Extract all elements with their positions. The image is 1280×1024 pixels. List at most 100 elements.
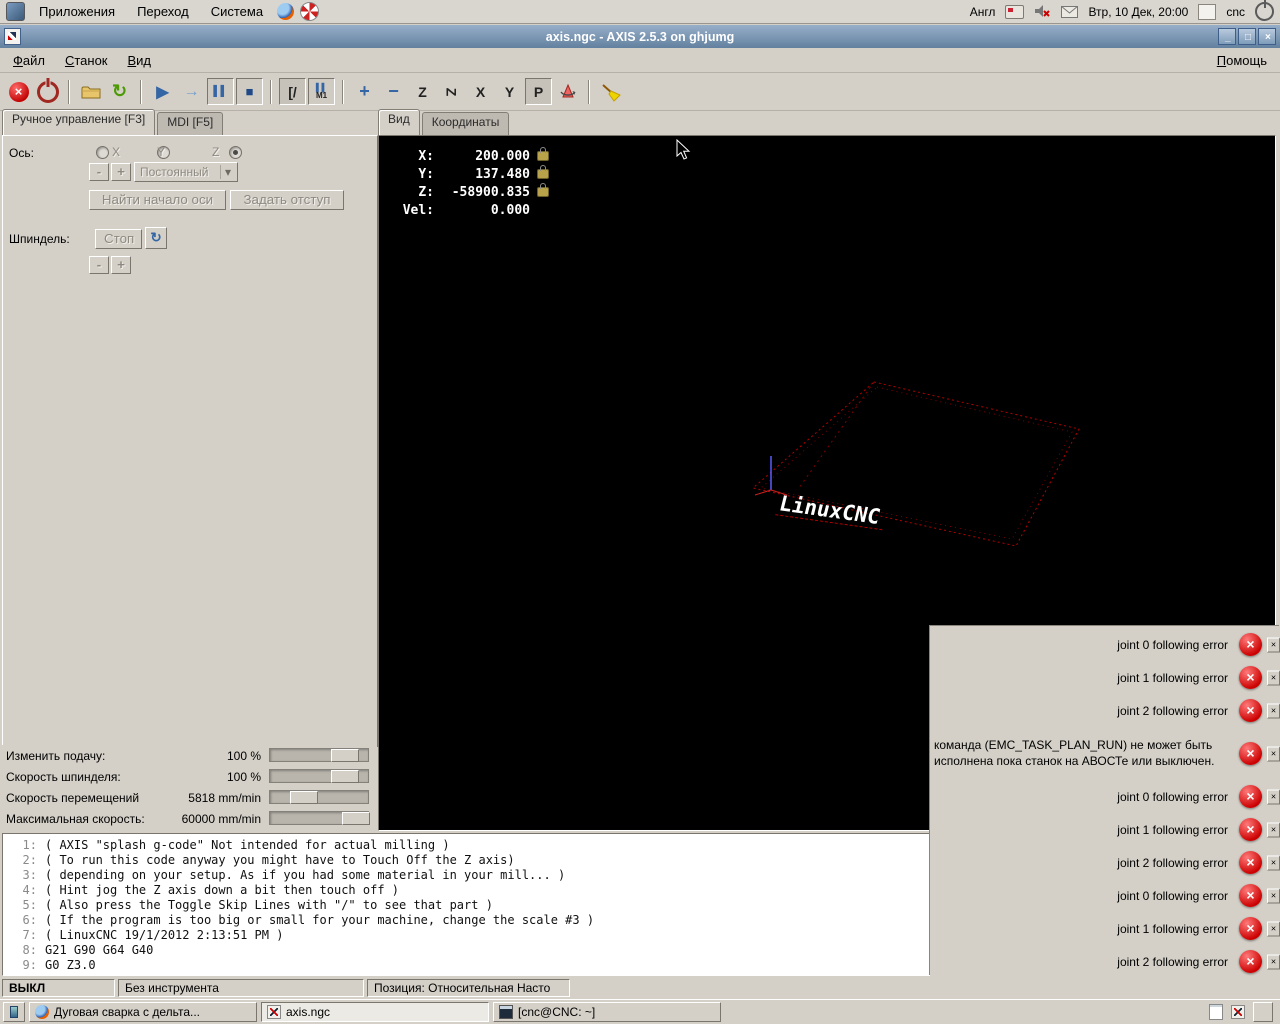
close-button[interactable]: ×	[1258, 28, 1276, 45]
toolbar-separator	[68, 79, 70, 104]
max-velocity-row: Максимальная скорость: 60000 mm/min	[0, 808, 377, 829]
taskbar-window-firefox[interactable]: Дуговая сварка с дельта...	[29, 1002, 257, 1022]
notification-close-button[interactable]: ×	[1267, 822, 1280, 837]
desktop-icon	[10, 1006, 18, 1018]
show-desktop-button[interactable]	[3, 1002, 25, 1022]
mail-icon[interactable]	[1061, 5, 1079, 18]
estop-button[interactable]: ×	[5, 78, 32, 105]
reload-file-button[interactable]: ↻	[106, 78, 133, 105]
menu-help[interactable]: Помощь	[1208, 50, 1276, 71]
help-launcher-icon[interactable]	[300, 2, 320, 21]
notification-close-button[interactable]: ×	[1267, 670, 1280, 685]
notification-close-button[interactable]: ×	[1267, 703, 1280, 718]
taskbar-window-axis[interactable]: axis.ngc	[261, 1002, 489, 1022]
clear-plot-button[interactable]	[597, 78, 624, 105]
zoom-out-button[interactable]: −	[380, 78, 407, 105]
run-program-button[interactable]: ▶	[149, 78, 176, 105]
notification-close-button[interactable]: ×	[1267, 637, 1280, 652]
view-rotated-top-button[interactable]: Z	[438, 78, 465, 105]
toolbar-separator	[140, 79, 142, 104]
keyboard-layout-indicator[interactable]: Англ	[970, 5, 996, 19]
notification-close-button[interactable]: ×	[1267, 855, 1280, 870]
menu-system[interactable]: Система	[203, 2, 271, 21]
step-button[interactable]: →	[178, 78, 205, 105]
spindle-override-slider[interactable]	[269, 769, 369, 783]
touch-off-button[interactable]: Задать отступ	[230, 190, 344, 210]
tray-icon[interactable]	[1198, 3, 1217, 20]
clock[interactable]: Втр, 10 Дек, 20:00	[1088, 5, 1188, 19]
taskbar-window-terminal[interactable]: [cnc@CNC: ~]	[493, 1002, 721, 1022]
error-icon: ×	[1239, 666, 1262, 689]
axis-tray-icon[interactable]	[1231, 1005, 1245, 1019]
slider-handle[interactable]	[290, 791, 318, 804]
notification-close-button[interactable]: ×	[1267, 921, 1280, 936]
shutdown-icon[interactable]	[1255, 2, 1274, 21]
max-velocity-slider[interactable]	[269, 811, 370, 825]
axis-z-radio[interactable]	[228, 146, 242, 159]
tab-dro[interactable]: Координаты	[421, 112, 510, 135]
view-front-button[interactable]: Y	[496, 78, 523, 105]
view-perspective-button[interactable]: P	[525, 78, 552, 105]
tray-applet[interactable]	[1253, 1002, 1273, 1022]
open-file-button[interactable]	[77, 78, 104, 105]
error-icon: ×	[1239, 950, 1262, 973]
menu-view[interactable]: Вид	[119, 50, 161, 71]
spindle-minus-button[interactable]: -	[89, 256, 109, 274]
user-switcher[interactable]: cnc	[1226, 5, 1245, 19]
spindle-direction-button[interactable]: ↻	[145, 227, 167, 249]
jog-plus-button[interactable]: +	[111, 163, 131, 181]
maximize-button[interactable]: □	[1238, 28, 1256, 45]
skip-lines-toggle[interactable]: [/	[279, 78, 306, 105]
position-mode-cell: Позиция: Относительная Насто	[367, 979, 570, 997]
slider-handle[interactable]	[331, 749, 359, 762]
slider-handle[interactable]	[342, 812, 370, 825]
jog-speed-slider[interactable]	[269, 790, 369, 804]
view-z-icon: Z	[418, 83, 427, 100]
jog-mode-dropdown[interactable]: Постоянный ▾	[134, 162, 238, 182]
slider-handle[interactable]	[331, 770, 359, 783]
jog-minus-button[interactable]: -	[89, 163, 109, 181]
rotate-view-button[interactable]	[554, 78, 581, 105]
keyboard-icon[interactable]	[1005, 4, 1025, 19]
gnome-panel: Приложения Переход Система Англ Втр, 10 …	[0, 0, 1280, 24]
folder-icon	[81, 86, 100, 98]
firefox-launcher-icon[interactable]	[277, 3, 295, 20]
spindle-plus-button[interactable]: +	[111, 256, 131, 274]
power-icon	[36, 80, 59, 103]
pause-button[interactable]: ▌▌	[207, 78, 234, 105]
notification-close-button[interactable]: ×	[1267, 746, 1280, 761]
view-side-button[interactable]: X	[467, 78, 494, 105]
axis-x-radio[interactable]	[96, 146, 109, 159]
tool-cell: Без инструмента	[118, 979, 364, 997]
menu-file[interactable]: Файл	[4, 50, 54, 71]
notification-close-button[interactable]: ×	[1267, 888, 1280, 903]
menu-applications[interactable]: Приложения	[31, 2, 123, 21]
stop-button[interactable]: ■	[236, 78, 263, 105]
window-icon[interactable]	[4, 28, 21, 45]
window-titlebar[interactable]: axis.ngc - AXIS 2.5.3 on ghjumg _ □ ×	[0, 25, 1280, 48]
notification-close-button[interactable]: ×	[1267, 954, 1280, 969]
zoom-in-button[interactable]: +	[351, 78, 378, 105]
feed-override-slider[interactable]	[269, 748, 369, 762]
spindle-stop-button[interactable]: Стоп	[95, 229, 142, 249]
skip-lines-icon: [/	[288, 83, 297, 100]
muted-speaker-icon[interactable]	[1034, 4, 1051, 19]
error-icon: ×	[1239, 699, 1262, 722]
view-top-button[interactable]: Z	[409, 78, 436, 105]
notification-close-button[interactable]: ×	[1267, 789, 1280, 804]
optional-pause-toggle[interactable]: ▌▌ M1	[308, 78, 335, 105]
toolbar-separator	[342, 79, 344, 104]
menu-machine[interactable]: Станок	[56, 50, 117, 71]
applications-menu-icon[interactable]	[6, 2, 25, 21]
minimize-button[interactable]: _	[1218, 28, 1236, 45]
feed-override-value: 100 %	[226, 749, 261, 763]
tab-manual-control[interactable]: Ручное управление [F3]	[2, 109, 156, 135]
home-axis-button[interactable]: Найти начало оси	[89, 190, 226, 210]
machine-power-button[interactable]	[34, 78, 61, 105]
menu-places[interactable]: Переход	[129, 2, 197, 21]
view-y-icon: Y	[504, 83, 515, 100]
tab-preview[interactable]: Вид	[378, 109, 420, 135]
tab-mdi[interactable]: MDI [F5]	[157, 112, 224, 135]
error-icon: ×	[1239, 742, 1262, 765]
clipboard-tray-icon[interactable]	[1209, 1004, 1223, 1020]
